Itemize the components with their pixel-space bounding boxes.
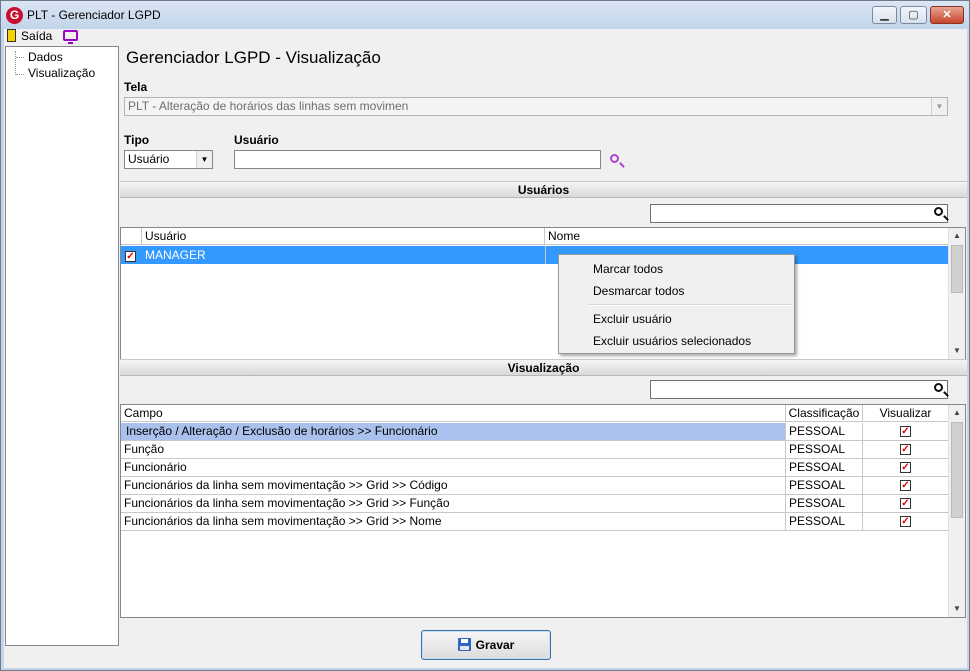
scroll-up-icon[interactable]: ▲ — [949, 228, 965, 244]
app-window: G PLT - Gerenciador LGPD ▁ ▢ ✕ Saída Dad… — [0, 0, 970, 671]
table-row[interactable]: Funcionários da linha sem movimentação >… — [121, 495, 949, 513]
tipo-select-value: Usuário — [128, 152, 170, 166]
campo-cell: Funcionário — [121, 459, 786, 477]
tela-select[interactable]: PLT - Alteração de horários das linhas s… — [124, 97, 948, 116]
classificacao-cell: PESSOAL — [786, 477, 863, 495]
chevron-down-icon[interactable]: ▼ — [196, 151, 212, 168]
campo-cell: Funcionários da linha sem movimentação >… — [121, 495, 786, 513]
table-row[interactable]: Função PESSOAL ✓ — [121, 441, 949, 459]
usuario-cell: MANAGER — [145, 248, 206, 262]
usuario-input[interactable] — [234, 150, 601, 169]
chevron-down-icon[interactable]: ▼ — [931, 98, 947, 115]
menu-item-desmarcar-todos[interactable]: Desmarcar todos — [593, 283, 684, 299]
campo-cell: Inserção / Alteração / Exclusão de horár… — [121, 423, 786, 441]
usuario-label: Usuário — [234, 133, 279, 147]
table-row[interactable]: Funcionários da linha sem movimentação >… — [121, 477, 949, 495]
navigation-tree: Dados Visualização — [5, 46, 119, 646]
table-row[interactable]: ✓ MANAGER — [121, 246, 949, 264]
floppy-disk-icon — [457, 638, 471, 651]
visualizar-cell[interactable]: ✓ — [863, 423, 949, 441]
scroll-thumb[interactable] — [951, 245, 963, 293]
tree-item-visualizacao[interactable]: Visualização — [28, 66, 95, 80]
classificacao-column-header[interactable]: Classificação — [786, 405, 863, 422]
tela-select-value: PLT - Alteração de horários das linhas s… — [128, 99, 409, 113]
visualizar-cell[interactable]: ✓ — [863, 513, 949, 531]
visualizacao-scrollbar[interactable]: ▲ ▼ — [948, 405, 965, 617]
save-button[interactable]: Gravar — [421, 630, 551, 660]
classificacao-cell: PESSOAL — [786, 513, 863, 531]
scroll-down-icon[interactable]: ▼ — [949, 343, 965, 359]
classificacao-cell: PESSOAL — [786, 459, 863, 477]
exit-door-icon — [7, 29, 16, 42]
search-icon[interactable] — [934, 383, 943, 392]
campo-cell: Função — [121, 441, 786, 459]
tree-connector — [16, 74, 24, 75]
menu-item-marcar-todos[interactable]: Marcar todos — [593, 261, 663, 277]
checkbox-checked-icon: ✓ — [900, 498, 911, 510]
campo-column-header[interactable]: Campo — [121, 405, 786, 422]
usuario-column-header[interactable]: Usuário — [142, 228, 545, 245]
menu-separator — [589, 304, 792, 306]
save-button-label: Gravar — [475, 638, 515, 652]
usuarios-grid: Usuário Nome ✓ MANAGER ▲ ▼ — [120, 227, 966, 360]
usuario-search-button[interactable] — [605, 152, 623, 170]
window-title: PLT - Gerenciador LGPD — [27, 8, 161, 22]
checkbox-checked-icon: ✓ — [900, 462, 911, 474]
checkbox-checked-icon: ✓ — [125, 251, 136, 263]
visualizar-cell[interactable]: ✓ — [863, 459, 949, 477]
tree-item-dados[interactable]: Dados — [28, 50, 63, 64]
usuarios-section-header: Usuários — [120, 181, 967, 198]
maximize-button[interactable]: ▢ — [900, 6, 927, 24]
classificacao-cell: PESSOAL — [786, 423, 863, 441]
exit-button[interactable]: Saída — [7, 29, 52, 45]
visualizacao-grid: Campo Classificação Visualizar Inserção … — [120, 404, 966, 618]
nome-column-header[interactable]: Nome — [545, 228, 949, 245]
scroll-thumb[interactable] — [951, 422, 963, 518]
menu-item-excluir-usuario[interactable]: Excluir usuário — [593, 311, 672, 327]
tipo-select[interactable]: Usuário ▼ — [124, 150, 213, 169]
close-button[interactable]: ✕ — [930, 6, 964, 24]
checkbox-checked-icon: ✓ — [900, 444, 911, 456]
app-logo-icon: G — [6, 7, 23, 24]
checkbox-checked-icon: ✓ — [900, 516, 911, 528]
page-title: Gerenciador LGPD - Visualização — [126, 48, 381, 67]
classificacao-cell: PESSOAL — [786, 495, 863, 513]
search-icon[interactable] — [934, 207, 943, 216]
campo-cell: Funcionários da linha sem movimentação >… — [121, 513, 786, 531]
tree-connector — [15, 51, 16, 75]
monitor-icon[interactable] — [63, 30, 78, 44]
classificacao-cell: PESSOAL — [786, 441, 863, 459]
table-row[interactable]: Inserção / Alteração / Exclusão de horár… — [121, 423, 949, 441]
select-column-header — [121, 228, 142, 245]
search-icon — [610, 154, 619, 163]
context-menu: Marcar todos Desmarcar todos Excluir usu… — [558, 254, 795, 354]
minimize-button[interactable]: ▁ — [872, 6, 897, 24]
toolbar: Saída — [4, 29, 967, 45]
campo-cell: Funcionários da linha sem movimentação >… — [121, 477, 786, 495]
visualizar-column-header[interactable]: Visualizar — [863, 405, 949, 422]
tipo-label: Tipo — [124, 133, 150, 147]
table-row[interactable]: Funcionários da linha sem movimentação >… — [121, 513, 949, 531]
tree-connector — [16, 57, 24, 58]
visualizacao-section-header: Visualização — [120, 359, 967, 376]
column-divider — [545, 246, 546, 264]
usuarios-scrollbar[interactable]: ▲ ▼ — [948, 228, 965, 359]
visualizar-cell[interactable]: ✓ — [863, 477, 949, 495]
row-checkbox[interactable]: ✓ — [125, 249, 136, 263]
usuarios-filter-input[interactable] — [650, 204, 948, 223]
table-row[interactable]: Funcionário PESSOAL ✓ — [121, 459, 949, 477]
client-area: Saída Dados Visualização Gerenciador LGP… — [4, 29, 967, 668]
scroll-up-icon[interactable]: ▲ — [949, 405, 965, 421]
menu-item-excluir-usuarios-selecionados[interactable]: Excluir usuários selecionados — [593, 333, 751, 349]
checkbox-checked-icon: ✓ — [900, 480, 911, 492]
visualizacao-filter-input[interactable] — [650, 380, 948, 399]
scroll-down-icon[interactable]: ▼ — [949, 601, 965, 617]
tela-label: Tela — [124, 80, 148, 94]
title-bar[interactable]: G PLT - Gerenciador LGPD ▁ ▢ ✕ — [1, 1, 969, 29]
visualizar-cell[interactable]: ✓ — [863, 495, 949, 513]
exit-label: Saída — [21, 29, 53, 43]
visualizar-cell[interactable]: ✓ — [863, 441, 949, 459]
checkbox-checked-icon: ✓ — [900, 426, 911, 438]
